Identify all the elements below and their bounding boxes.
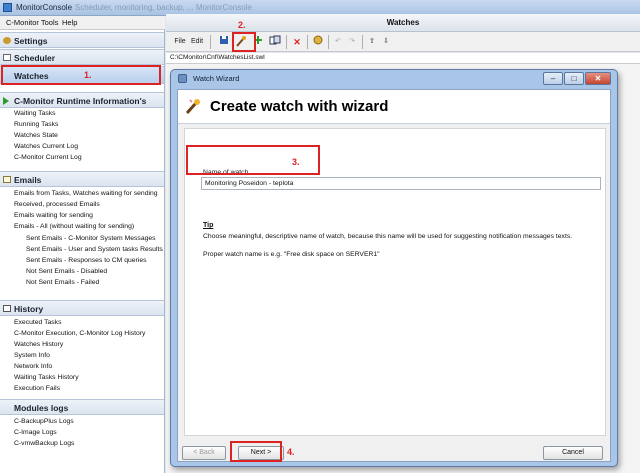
highlight-box-4 bbox=[230, 441, 282, 462]
sidebar-modules-label: Modules logs bbox=[14, 403, 69, 413]
gear-icon bbox=[3, 37, 11, 44]
highlight-box-1 bbox=[1, 65, 161, 85]
toolbar-separator bbox=[286, 35, 287, 49]
sidebar-item-sent-responses[interactable]: Sent Emails - Responses to CM queries bbox=[26, 257, 147, 264]
toolbar-separator bbox=[362, 35, 363, 49]
sidebar-modules-logs[interactable]: Modules logs bbox=[0, 399, 164, 415]
annotation-3: 3. bbox=[292, 157, 300, 167]
sidebar-runtime-label: C-Monitor Runtime Information's bbox=[14, 96, 147, 106]
sidebar-history[interactable]: History bbox=[0, 300, 164, 316]
menu-help[interactable]: Help bbox=[62, 18, 77, 27]
app-icon bbox=[3, 3, 12, 12]
dialog-heading: Create watch with wizard bbox=[210, 98, 389, 115]
tip-example: Proper watch name is e.g. "Free disk spa… bbox=[203, 251, 380, 258]
annotation-2: 2. bbox=[238, 20, 246, 30]
sidebar-item-received-emails[interactable]: Received, processed Emails bbox=[14, 201, 100, 208]
properties-icon[interactable] bbox=[312, 35, 324, 49]
menu-bar: C-Monitor Tools Help bbox=[0, 16, 165, 30]
sidebar-item-network-info[interactable]: Network Info bbox=[14, 363, 52, 370]
sidebar-item-cimage-logs[interactable]: C-Image Logs bbox=[14, 429, 57, 436]
history-icon bbox=[3, 305, 11, 312]
sidebar-item-emails-for-sending[interactable]: Emails waiting for sending bbox=[14, 212, 93, 219]
undo-icon[interactable]: ↶ bbox=[332, 35, 344, 49]
file-menu[interactable]: File bbox=[174, 35, 186, 49]
tip-text: Choose meaningful, descriptive name of w… bbox=[203, 233, 573, 240]
sidebar-item-emails-all[interactable]: Emails - All (without waiting for sendin… bbox=[14, 223, 134, 230]
magic-wand-icon bbox=[184, 97, 202, 115]
redo-icon[interactable]: ↷ bbox=[346, 35, 358, 49]
highlight-box-2 bbox=[232, 32, 256, 52]
sidebar-item-waiting-tasks-history[interactable]: Waiting Tasks History bbox=[14, 374, 79, 381]
copy-icon[interactable] bbox=[268, 35, 282, 49]
sidebar-item-sent-results[interactable]: Sent Emails - User and System tasks Resu… bbox=[26, 246, 163, 253]
sidebar-settings-label: Settings bbox=[14, 36, 48, 46]
toolbar-separator bbox=[328, 35, 329, 49]
play-icon bbox=[3, 97, 9, 105]
sidebar-item-execution-fails[interactable]: Execution Fails bbox=[14, 385, 60, 392]
wizard-icon bbox=[178, 74, 187, 83]
move-up-icon[interactable]: ⇧ bbox=[366, 35, 378, 49]
file-path-bar: C:\CMonitor\Cnf\WatchesList.swl bbox=[166, 53, 640, 63]
sidebar-item-waiting-tasks[interactable]: Waiting Tasks bbox=[14, 110, 56, 117]
file-path: C:\CMonitor\Cnf\WatchesList.swl bbox=[170, 54, 265, 61]
minimize-button[interactable]: – bbox=[543, 72, 563, 85]
sidebar-item-executed-tasks[interactable]: Executed Tasks bbox=[14, 319, 61, 326]
sidebar-item-not-sent-disabled[interactable]: Not Sent Emails - Disabled bbox=[26, 268, 107, 275]
watch-name-input[interactable] bbox=[201, 177, 601, 190]
dialog-title: Watch Wizard bbox=[193, 74, 240, 83]
sidebar-history-label: History bbox=[14, 304, 44, 314]
dialog-titlebar: Watch Wizard – □ ✕ bbox=[171, 70, 617, 88]
highlight-box-3 bbox=[186, 145, 320, 175]
close-button[interactable]: ✕ bbox=[585, 72, 611, 85]
sidebar-item-emails-waiting[interactable]: Emails from Tasks, Watches waiting for s… bbox=[14, 190, 158, 197]
sidebar-scheduler-label: Scheduler bbox=[14, 53, 56, 63]
sidebar-item-not-sent-failed[interactable]: Not Sent Emails - Failed bbox=[26, 279, 99, 286]
sidebar-item-sent-system[interactable]: Sent Emails - C-Monitor System Messages bbox=[26, 235, 156, 242]
sidebar-scheduler[interactable]: Scheduler bbox=[0, 49, 164, 65]
sidebar-emails[interactable]: Emails bbox=[0, 171, 164, 187]
annotation-4: 4. bbox=[287, 447, 295, 457]
cancel-button[interactable]: Cancel bbox=[543, 446, 603, 460]
tip-title: Tip bbox=[203, 222, 214, 229]
sidebar-item-watches-current-log[interactable]: Watches Current Log bbox=[14, 143, 78, 150]
toolbar-separator bbox=[307, 35, 308, 49]
window-title: MonitorConsole bbox=[16, 3, 73, 12]
sidebar-settings[interactable]: Settings bbox=[0, 32, 164, 48]
back-button[interactable]: < Back bbox=[182, 446, 226, 460]
sidebar-item-cvmwbackup-logs[interactable]: C-vmwBackup Logs bbox=[14, 440, 74, 447]
sidebar-item-cmonitor-execution[interactable]: C-Monitor Execution, C-Monitor Log Histo… bbox=[14, 330, 145, 337]
sidebar-item-running-tasks[interactable]: Running Tasks bbox=[14, 121, 58, 128]
edit-menu[interactable]: Edit bbox=[190, 35, 204, 49]
sidebar-item-watches-state[interactable]: Watches State bbox=[14, 132, 58, 139]
delete-icon[interactable]: ✕ bbox=[291, 35, 303, 49]
sidebar-item-system-info[interactable]: System Info bbox=[14, 352, 50, 359]
maximize-button[interactable]: □ bbox=[564, 72, 584, 85]
toolbar-separator bbox=[210, 35, 211, 49]
sidebar: Settings Scheduler Watches 1. C-Monitor … bbox=[0, 30, 165, 473]
calendar-icon bbox=[3, 54, 11, 61]
sidebar-item-cbackupplus-logs[interactable]: C-BackupPlus Logs bbox=[14, 418, 74, 425]
move-down-icon[interactable]: ⇩ bbox=[380, 35, 392, 49]
sidebar-runtime-info[interactable]: C-Monitor Runtime Information's bbox=[0, 92, 164, 108]
sidebar-item-cmonitor-current-log[interactable]: C-Monitor Current Log bbox=[14, 154, 82, 161]
save-icon[interactable] bbox=[218, 35, 230, 49]
annotation-1: 1. bbox=[84, 70, 92, 80]
sidebar-item-watches-history[interactable]: Watches History bbox=[14, 341, 63, 348]
sidebar-emails-label: Emails bbox=[14, 175, 42, 185]
dialog-banner: Create watch with wizard bbox=[178, 90, 610, 124]
watch-wizard-dialog: Watch Wizard – □ ✕ Create watch with wiz… bbox=[170, 69, 618, 467]
envelope-icon bbox=[3, 176, 11, 183]
window-title-tail: - Scheduler, monitoring, backup, ... Mon… bbox=[70, 3, 252, 12]
menu-cmonitor-tools[interactable]: C-Monitor Tools bbox=[6, 18, 58, 27]
